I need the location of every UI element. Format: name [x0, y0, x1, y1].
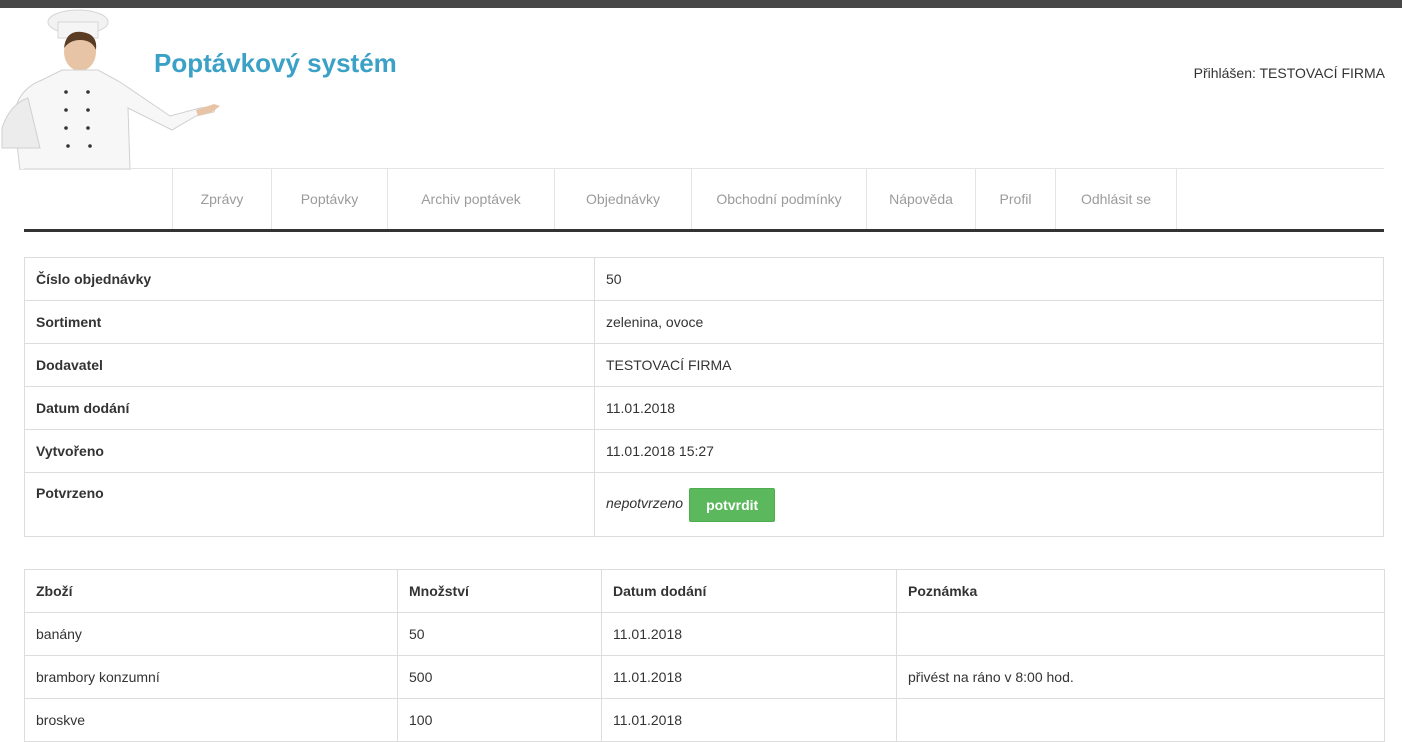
item-delivery-date: 11.01.2018 [601, 698, 897, 742]
column-header-goods: Zboží [24, 569, 398, 613]
order-number-label: Číslo objednávky [24, 257, 595, 301]
nav-item-obchodni-podminky[interactable]: Obchodní podmínky [691, 169, 866, 229]
nav-item-napoveda[interactable]: Nápověda [866, 169, 975, 229]
confirm-button[interactable]: potvrdit [689, 487, 776, 522]
nav-item-profil[interactable]: Profil [975, 169, 1055, 229]
nav-item-odhlasit-se[interactable]: Odhlásit se [1055, 169, 1177, 229]
confirmed-cell: nepotvrzeno potvrdit [594, 472, 1384, 537]
table-row: Dodavatel TESTOVACÍ FIRMA [24, 343, 1384, 387]
table-header-row: Zboží Množství Datum dodání Poznámka [24, 569, 1385, 613]
item-quantity: 500 [397, 655, 602, 699]
supplier-value: TESTOVACÍ FIRMA [594, 343, 1384, 387]
table-row: broskve 100 11.01.2018 [24, 698, 1385, 742]
item-name: brambory konzumní [24, 655, 398, 699]
column-header-quantity: Množství [397, 569, 602, 613]
nav-item-zpravy[interactable]: Zprávy [172, 169, 271, 229]
delivery-date-label: Datum dodání [24, 386, 595, 430]
created-label: Vytvořeno [24, 429, 595, 473]
assortment-label: Sortiment [24, 300, 595, 344]
supplier-label: Dodavatel [24, 343, 595, 387]
item-quantity: 100 [397, 698, 602, 742]
item-name: banány [24, 612, 398, 656]
created-value: 11.01.2018 15:27 [594, 429, 1384, 473]
order-items-table: Zboží Množství Datum dodání Poznámka ban… [24, 569, 1385, 742]
table-row: Číslo objednávky 50 [24, 257, 1384, 301]
item-note [896, 698, 1385, 742]
item-note [896, 612, 1385, 656]
order-number-value: 50 [594, 257, 1384, 301]
table-row: Datum dodání 11.01.2018 [24, 386, 1384, 430]
column-header-delivery-date: Datum dodání [601, 569, 897, 613]
top-bar [0, 0, 1402, 8]
table-row: banány 50 11.01.2018 [24, 612, 1385, 656]
item-quantity: 50 [397, 612, 602, 656]
item-delivery-date: 11.01.2018 [601, 655, 897, 699]
confirmation-status: nepotvrzeno [606, 495, 684, 512]
app-title[interactable]: Poptávkový systém [154, 48, 397, 79]
nav-item-archiv-poptavek[interactable]: Archiv poptávek [387, 169, 554, 229]
table-row: Vytvořeno 11.01.2018 15:27 [24, 429, 1384, 473]
nav-item-objednavky[interactable]: Objednávky [554, 169, 691, 229]
item-delivery-date: 11.01.2018 [601, 612, 897, 656]
logged-in-user: Přihlášen: TESTOVACÍ FIRMA [1193, 65, 1385, 81]
main-navigation: Zprávy Poptávky Archiv poptávek Objednáv… [24, 168, 1384, 232]
item-note: přivést na ráno v 8:00 hod. [896, 655, 1385, 699]
order-detail-table: Číslo objednávky 50 Sortiment zelenina, … [24, 257, 1384, 537]
assortment-value: zelenina, ovoce [594, 300, 1384, 344]
table-row: Potvrzeno nepotvrzeno potvrdit [24, 472, 1384, 537]
nav-item-poptavky[interactable]: Poptávky [271, 169, 387, 229]
item-name: broskve [24, 698, 398, 742]
delivery-date-value: 11.01.2018 [594, 386, 1384, 430]
table-row: Sortiment zelenina, ovoce [24, 300, 1384, 344]
chef-illustration [1, 9, 220, 170]
column-header-note: Poznámka [896, 569, 1385, 613]
confirmed-label: Potvrzeno [24, 472, 595, 537]
table-row: brambory konzumní 500 11.01.2018 přivést… [24, 655, 1385, 699]
